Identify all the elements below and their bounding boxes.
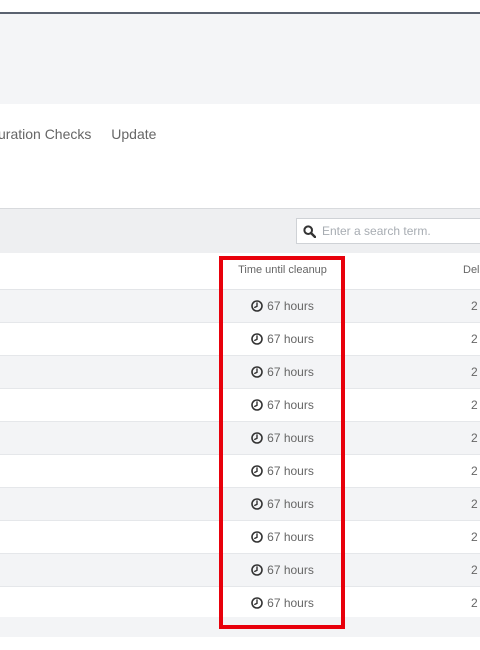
clock-icon: [251, 399, 263, 411]
cell-time-until-cleanup: 67 hours: [220, 455, 345, 487]
table-row[interactable]: 67 hours 2: [0, 488, 480, 521]
cell-time-until-cleanup: 67 hours: [220, 587, 345, 619]
time-value: 67 hours: [267, 563, 314, 577]
cell-deleted: 2: [471, 497, 478, 511]
cell-time-until-cleanup: 67 hours: [220, 290, 345, 322]
table-row[interactable]: 67 hours 2: [0, 356, 480, 389]
time-value: 67 hours: [267, 332, 314, 346]
search-box[interactable]: [296, 218, 480, 244]
time-value: 67 hours: [267, 596, 314, 610]
nav-tabs: uration Checks Update: [0, 126, 172, 146]
clock-icon: [251, 465, 263, 477]
table-row[interactable]: 67 hours 2: [0, 554, 480, 587]
time-value: 67 hours: [267, 464, 314, 478]
table-row[interactable]: 67 hours 2: [0, 290, 480, 323]
clock-icon: [251, 432, 263, 444]
cell-time-until-cleanup: 67 hours: [220, 389, 345, 421]
column-header-time-until-cleanup[interactable]: Time until cleanup: [220, 264, 345, 276]
clock-icon: [251, 300, 263, 312]
table-row[interactable]: 67 hours 2: [0, 422, 480, 455]
cell-time-until-cleanup: 67 hours: [220, 521, 345, 553]
time-value: 67 hours: [267, 398, 314, 412]
cell-deleted: 2: [471, 398, 478, 412]
time-value: 67 hours: [267, 530, 314, 544]
cell-deleted: 2: [471, 563, 478, 577]
time-value: 67 hours: [267, 365, 314, 379]
cell-deleted: 2: [471, 332, 478, 346]
clock-icon: [251, 333, 263, 345]
time-value: 67 hours: [267, 299, 314, 313]
table-toolbar: [0, 208, 480, 254]
cell-time-until-cleanup: 67 hours: [220, 323, 345, 355]
cell-time-until-cleanup: 67 hours: [220, 554, 345, 586]
table-row[interactable]: 67 hours 2: [0, 389, 480, 422]
search-icon: [303, 224, 316, 238]
table-header: Time until cleanup Del: [0, 253, 480, 291]
cell-time-until-cleanup: 67 hours: [220, 488, 345, 520]
tab-update[interactable]: Update: [111, 126, 156, 142]
column-header-deleted[interactable]: Del: [463, 264, 480, 276]
cell-time-until-cleanup: 67 hours: [220, 422, 345, 454]
clock-icon: [251, 366, 263, 378]
table-row[interactable]: 67 hours 2: [0, 323, 480, 356]
cell-deleted: 2: [471, 530, 478, 544]
time-value: 67 hours: [267, 431, 314, 445]
cell-deleted: 2: [471, 299, 478, 313]
cell-deleted: 2: [471, 431, 478, 445]
cell-time-until-cleanup: 67 hours: [220, 356, 345, 388]
time-value: 67 hours: [267, 497, 314, 511]
table-row[interactable]: 67 hours 2: [0, 587, 480, 620]
table-footer: [0, 617, 480, 637]
clock-icon: [251, 564, 263, 576]
page-header: [0, 14, 480, 104]
tab-configuration-checks[interactable]: uration Checks: [0, 126, 91, 142]
table-row[interactable]: 67 hours 2: [0, 455, 480, 488]
clock-icon: [251, 498, 263, 510]
cell-deleted: 2: [471, 596, 478, 610]
clock-icon: [251, 531, 263, 543]
table-row[interactable]: 67 hours 2: [0, 521, 480, 554]
cell-deleted: 2: [471, 365, 478, 379]
table-body: 67 hours 2 67 hours 2 67 hours 2 67 hours 2 67 h…: [0, 290, 480, 620]
clock-icon: [251, 597, 263, 609]
cell-deleted: 2: [471, 464, 478, 478]
search-input[interactable]: [322, 224, 472, 238]
